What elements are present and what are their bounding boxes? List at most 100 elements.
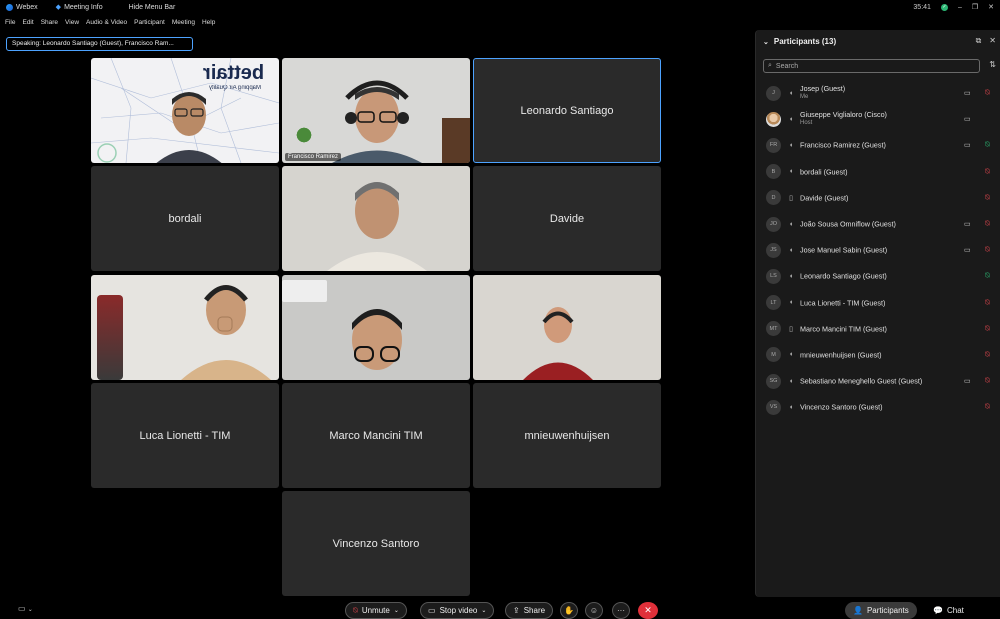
video-tile-participant-9[interactable] [473, 275, 661, 380]
audio-icon: ◖ [788, 246, 794, 254]
avatar: LT [766, 295, 781, 311]
menu-audio-video[interactable]: Audio & Video [86, 19, 127, 26]
video-camera-icon: ▭ [964, 221, 971, 229]
participants-tab-button[interactable]: 👤 Participants [845, 602, 917, 619]
participant-name-block: mnieuwenhuijsen (Guest) [800, 350, 882, 359]
shield-icon: ◆ [55, 4, 62, 11]
meeting-info-button[interactable]: ◆ Meeting Info [55, 3, 103, 12]
mic-muted-icon[interactable]: ⍉ [985, 219, 990, 229]
avatar: FR [766, 137, 781, 153]
search-input[interactable]: ⌕ Search [763, 59, 980, 73]
mic-on-icon[interactable]: ⍉ [985, 271, 990, 281]
unmute-button[interactable]: ⍉ Unmute ⌄ [345, 602, 407, 619]
menu-view[interactable]: View [65, 19, 79, 26]
tile-vincenzo-santoro[interactable]: Vincenzo Santoro [282, 491, 470, 596]
mic-muted-icon[interactable]: ⍉ [985, 193, 990, 203]
menu-help[interactable]: Help [202, 19, 215, 26]
participant-row[interactable]: B ◖ bordali (Guest) ⍉ [756, 159, 1000, 185]
participant-row[interactable]: SG ◖ Sebastiano Meneghello Guest (Guest)… [756, 368, 1000, 394]
menu-meeting[interactable]: Meeting [172, 19, 195, 26]
avatar: M [766, 347, 781, 363]
avatar: JS [766, 242, 781, 258]
mic-on-icon[interactable]: ⍉ [985, 140, 990, 150]
phone-icon: ▯ [789, 325, 793, 333]
restore-button[interactable]: ❐ [972, 3, 978, 11]
video-tile-bettair[interactable]: bettair Mapping Air Quality [91, 58, 279, 163]
video-tile-participant-7[interactable] [91, 275, 279, 380]
coat-rack [97, 295, 123, 380]
tile-leonardo-santiago[interactable]: Leonardo Santiago [473, 58, 661, 163]
popout-icon[interactable]: ⧉ [976, 36, 982, 46]
menu-participant[interactable]: Participant [134, 19, 165, 26]
shelf [442, 118, 470, 163]
avatar: J [766, 85, 781, 101]
tile-luca-lionetti-tim[interactable]: Luca Lionetti - TIM [91, 383, 279, 488]
mic-muted-icon[interactable]: ⍉ [985, 376, 990, 386]
participant-row[interactable]: LT ◖ Luca Lionetti - TIM (Guest) ⍉ [756, 290, 1000, 316]
chevron-down-icon: ⌄ [393, 608, 399, 614]
panel-header[interactable]: ⌄ Participants (13) [763, 37, 836, 46]
captions-button[interactable]: ▭ ⌄ [18, 604, 33, 613]
stop-video-button[interactable]: ▭ Stop video ⌄ [420, 602, 495, 619]
tile-bordali[interactable]: bordali [91, 166, 279, 271]
mic-muted-icon[interactable]: ⍉ [985, 298, 990, 308]
more-options-button[interactable]: ··· [612, 602, 630, 619]
mic-muted-icon[interactable]: ⍉ [985, 402, 990, 412]
mic-muted-icon[interactable]: ⍉ [985, 245, 990, 255]
mic-muted-icon[interactable]: ⍉ [985, 324, 990, 334]
participant-row[interactable]: JO ◖ João Sousa Omniflow (Guest) ▭ ⍉ [756, 211, 1000, 237]
chat-label: Chat [946, 606, 964, 615]
raise-hand-button[interactable]: ✋ [560, 602, 578, 619]
video-camera-icon: ▭ [964, 247, 971, 255]
video-tile-francisco-ramirez[interactable]: Francisco Ramirez [282, 58, 470, 163]
sort-icon[interactable]: ⇅ [989, 60, 996, 69]
tile-mnieuwenhuijsen[interactable]: mnieuwenhuijsen [473, 383, 661, 488]
avatar: D [766, 190, 781, 206]
panel-actions: ⧉ ✕ [976, 36, 996, 46]
avatar [766, 111, 781, 127]
participant-row[interactable]: ◖ Giuseppe Viglialoro (Cisco) Host ▭ [756, 106, 1000, 132]
bettair-logo: bettair [203, 62, 265, 84]
participant-video-person [327, 182, 427, 271]
participant-row[interactable]: VS ◖ Vincenzo Santoro (Guest) ⍉ [756, 394, 1000, 420]
participant-row[interactable]: M ◖ mnieuwenhuijsen (Guest) ⍉ [756, 342, 1000, 368]
menu-share[interactable]: Share [41, 19, 58, 26]
menu-file[interactable]: File [5, 19, 15, 26]
share-button[interactable]: ⇪ Share [505, 602, 554, 619]
mic-muted-icon[interactable]: ⍉ [985, 88, 990, 98]
hide-menu-bar-button[interactable]: Hide Menu Bar [129, 4, 176, 11]
close-icon[interactable]: ✕ [989, 36, 996, 46]
participant-name-block: Davide (Guest) [800, 193, 848, 202]
tile-name: Vincenzo Santoro [332, 537, 420, 550]
participant-row[interactable]: JS ◖ Jose Manuel Sabin (Guest) ▭ ⍉ [756, 237, 1000, 263]
video-tile-participant-8[interactable] [282, 275, 470, 380]
video-tile-participant-5[interactable] [282, 166, 470, 271]
participant-video-person [156, 92, 222, 163]
minimize-button[interactable]: – [958, 4, 962, 11]
video-camera-icon: ▭ [964, 116, 971, 124]
participant-name-block: Marco Mancini TIM (Guest) [800, 324, 887, 333]
participant-name: bordali (Guest) [800, 167, 848, 177]
audio-icon: ◖ [788, 272, 794, 280]
audio-icon: ◖ [788, 89, 794, 97]
participant-row[interactable]: LS ◖ Leonardo Santiago (Guest) ⍉ [756, 263, 1000, 289]
participant-row[interactable]: J ◖ Josep (Guest) Me ▭ ⍉ [756, 80, 1000, 106]
audio-icon: ◖ [788, 299, 794, 307]
participant-name-block: João Sousa Omniflow (Guest) [800, 220, 896, 229]
mic-muted-icon[interactable]: ⍉ [985, 350, 990, 360]
leave-meeting-button[interactable]: ✕ [638, 602, 658, 619]
menu-edit[interactable]: Edit [22, 19, 33, 26]
participant-role: Host [800, 120, 813, 127]
chat-tab-button[interactable]: 💬 Chat [925, 602, 972, 619]
tile-marco-mancini-tim[interactable]: Marco Mancini TIM [282, 383, 470, 488]
reactions-button[interactable]: ☺ [585, 602, 603, 619]
participant-row[interactable]: MT ▯ Marco Mancini TIM (Guest) ⍉ [756, 316, 1000, 342]
close-window-button[interactable]: ✕ [988, 3, 994, 11]
mic-muted-icon[interactable]: ⍉ [985, 167, 990, 177]
participants-icon: 👤 [853, 606, 863, 615]
tile-davide[interactable]: Davide [473, 166, 661, 271]
participant-row[interactable]: D ▯ Davide (Guest) ⍉ [756, 185, 1000, 211]
video-camera-icon: ▭ [964, 90, 971, 98]
more-label: ··· [617, 606, 625, 615]
participant-row[interactable]: FR ◖ Francisco Ramirez (Guest) ▭ ⍉ [756, 132, 1000, 158]
